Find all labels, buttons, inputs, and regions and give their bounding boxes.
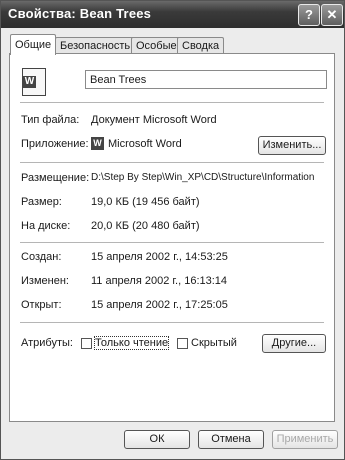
attributes-label: Атрибуты: (21, 337, 73, 349)
modified-label: Изменен: (21, 275, 69, 287)
opens-with-value: Microsoft Word (108, 138, 182, 150)
advanced-button[interactable]: Другие... (262, 334, 326, 353)
tab-security[interactable]: Безопасность (55, 37, 136, 54)
general-panel: W Bean Trees Тип файла: Документ Microso… (9, 53, 335, 422)
size-on-disk-value: 20,0 КБ (20 480 байт) (91, 220, 200, 232)
opens-with-label: Приложение: (21, 138, 89, 150)
separator (20, 322, 324, 323)
location-value: D:\Step By Step\Win_XP\CD\Structure\Info… (91, 172, 315, 183)
size-on-disk-label: На диске: (21, 220, 71, 232)
tab-summary[interactable]: Сводка (177, 37, 225, 54)
word-app-icon: W (91, 137, 104, 150)
help-button[interactable]: ? (298, 4, 320, 26)
hidden-label[interactable]: Скрытый (191, 337, 237, 349)
word-document-icon: W (22, 68, 46, 96)
change-button[interactable]: Изменить... (258, 136, 326, 155)
read-only-checkbox[interactable] (81, 338, 92, 349)
accessed-label: Открыт: (21, 299, 62, 311)
created-label: Создан: (21, 251, 62, 263)
created-value: 15 апреля 2002 г., 14:53:25 (91, 251, 228, 263)
location-label: Размещение: (21, 172, 90, 184)
title-bar[interactable]: Свойства: Bean Trees ? ✕ (1, 1, 344, 28)
change-button-label: Изменить... (262, 139, 322, 151)
tab-general[interactable]: Общие (10, 34, 57, 55)
close-button[interactable]: ✕ (321, 4, 343, 26)
separator (20, 102, 324, 103)
cancel-button[interactable]: Отмена (198, 430, 264, 449)
size-value: 19,0 КБ (19 456 байт) (91, 196, 200, 208)
file-type-value: Документ Microsoft Word (91, 114, 217, 126)
separator (20, 162, 324, 163)
apply-button[interactable]: Применить (272, 430, 338, 449)
modified-value: 11 апреля 2002 г., 16:13:14 (91, 275, 228, 287)
hidden-checkbox[interactable] (177, 338, 188, 349)
ok-button-label: ОК (149, 433, 165, 445)
read-only-label[interactable]: Только чтение (93, 336, 170, 350)
cancel-button-label: Отмена (211, 433, 251, 445)
size-label: Размер: (21, 196, 62, 208)
file-name-input[interactable]: Bean Trees (85, 70, 327, 89)
window-title: Свойства: Bean Trees (8, 6, 152, 21)
file-type-label: Тип файла: (21, 114, 80, 126)
properties-dialog: Свойства: Bean Trees ? ✕ Общие Безопасно… (0, 0, 345, 460)
advanced-button-label: Другие... (271, 337, 317, 349)
apply-button-label: Применить (276, 433, 334, 445)
accessed-value: 15 апреля 2002 г., 17:25:05 (91, 299, 228, 311)
tab-custom[interactable]: Особые (131, 37, 182, 54)
separator (20, 242, 324, 243)
ok-button[interactable]: ОК (124, 430, 190, 449)
